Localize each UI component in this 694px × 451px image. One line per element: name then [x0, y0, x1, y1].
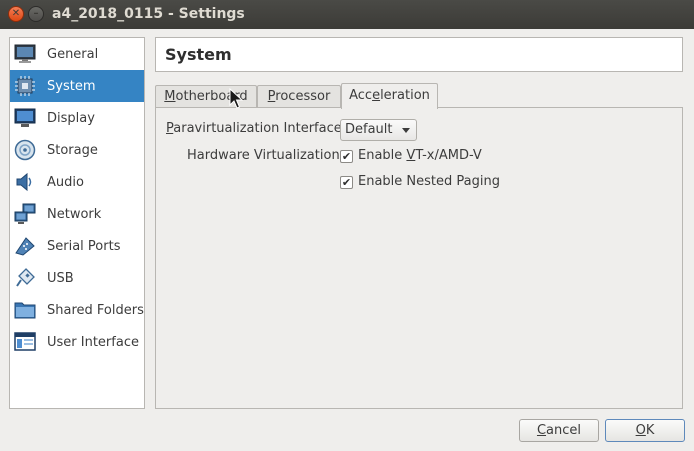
- sidebar-item-display[interactable]: Display: [10, 102, 144, 134]
- minimize-window-button[interactable]: –: [28, 6, 44, 22]
- cancel-button[interactable]: Cancel: [519, 419, 599, 442]
- tab-label: Processor: [268, 89, 331, 104]
- paravirtualization-label-rest: aravirtualization Interface:: [173, 121, 347, 136]
- tab-processor[interactable]: Processor: [257, 85, 341, 108]
- tab-mnemonic: e: [372, 88, 381, 103]
- sidebar-item-label: General: [47, 46, 99, 62]
- page-title: System: [165, 45, 232, 64]
- display-icon: [14, 107, 36, 129]
- tab-acceleration[interactable]: Acceleration: [341, 83, 438, 109]
- sidebar-item-user-interface[interactable]: User Interface: [10, 326, 144, 358]
- ok-mnemonic: O: [635, 423, 646, 438]
- sidebar-item-system[interactable]: System: [10, 70, 144, 102]
- cancel-label-rest: ancel: [546, 423, 582, 438]
- window-title: a4_2018_0115 - Settings: [52, 6, 245, 22]
- nested-paging-label: Enable Nested Paging: [358, 174, 500, 189]
- chip-icon: [14, 75, 36, 97]
- sidebar-item-label: Network: [47, 206, 102, 222]
- sidebar-item-label: User Interface: [47, 334, 139, 350]
- sidebar-item-serial-ports[interactable]: Serial Ports: [10, 230, 144, 262]
- folder-icon: [14, 299, 36, 321]
- close-window-button[interactable]: ✕: [8, 6, 24, 22]
- sidebar-item-label: Serial Ports: [47, 238, 121, 254]
- cancel-mnemonic: C: [536, 423, 547, 438]
- sidebar-item-label: Shared Folders: [47, 302, 144, 318]
- sidebar-item-label: Display: [47, 110, 95, 126]
- tab-label-rest: rocessor: [275, 89, 331, 104]
- sidebar-item-label: Storage: [47, 142, 98, 158]
- vtx-label-rest: T-x/AMD-V: [415, 148, 482, 163]
- sidebar-item-network[interactable]: Network: [10, 198, 144, 230]
- minimize-icon: –: [33, 8, 39, 19]
- vtx-mnemonic: V: [406, 148, 416, 163]
- sidebar-item-label: System: [47, 78, 96, 94]
- settings-category-list: General System Display Storage Audio Net…: [9, 37, 145, 409]
- vtx-label: Enable VT-x/AMD-V: [358, 148, 482, 163]
- sidebar-item-general[interactable]: General: [10, 38, 144, 70]
- tab-label: Acceleration: [349, 88, 430, 103]
- network-icon: [14, 203, 36, 225]
- paravirtualization-label: Paravirtualization Interface:: [166, 121, 346, 136]
- nested-paging-checkbox[interactable]: ✔: [340, 176, 353, 189]
- close-icon: ✕: [11, 8, 21, 19]
- vtx-label-start: Enable: [358, 148, 407, 163]
- title-bar: ✕ – a4_2018_0115 - Settings: [0, 0, 694, 29]
- vtx-checkbox[interactable]: ✔: [340, 150, 353, 163]
- sidebar-item-shared-folders[interactable]: Shared Folders: [10, 294, 144, 326]
- acceleration-panel: Paravirtualization Interface: Default Ha…: [155, 107, 683, 409]
- usb-icon: [14, 267, 36, 289]
- sidebar-item-usb[interactable]: USB: [10, 262, 144, 294]
- window-icon: [14, 331, 36, 353]
- page-header: System: [155, 37, 683, 72]
- monitor-icon: [14, 43, 36, 65]
- tab-label-rest: leration: [380, 88, 430, 103]
- mouse-cursor-icon: [229, 88, 243, 109]
- checkmark-icon: ✔: [341, 150, 352, 163]
- disk-icon: [14, 139, 36, 161]
- tab-mnemonic: M: [164, 89, 176, 104]
- serial-port-icon: [14, 235, 36, 257]
- sidebar-item-audio[interactable]: Audio: [10, 166, 144, 198]
- sidebar-item-storage[interactable]: Storage: [10, 134, 144, 166]
- sidebar-item-label: Audio: [47, 174, 84, 190]
- speaker-icon: [14, 171, 36, 193]
- paravirtualization-select[interactable]: Default: [340, 119, 417, 141]
- ok-button[interactable]: OK: [605, 419, 685, 442]
- ok-label-rest: K: [645, 423, 655, 438]
- hardware-virtualization-label: Hardware Virtualization:: [187, 148, 345, 163]
- paravirtualization-value: Default: [345, 122, 393, 137]
- sidebar-item-label: USB: [47, 270, 74, 286]
- tab-label-start: Acc: [349, 88, 373, 103]
- chevron-down-icon: [402, 128, 410, 133]
- checkmark-icon: ✔: [341, 176, 352, 189]
